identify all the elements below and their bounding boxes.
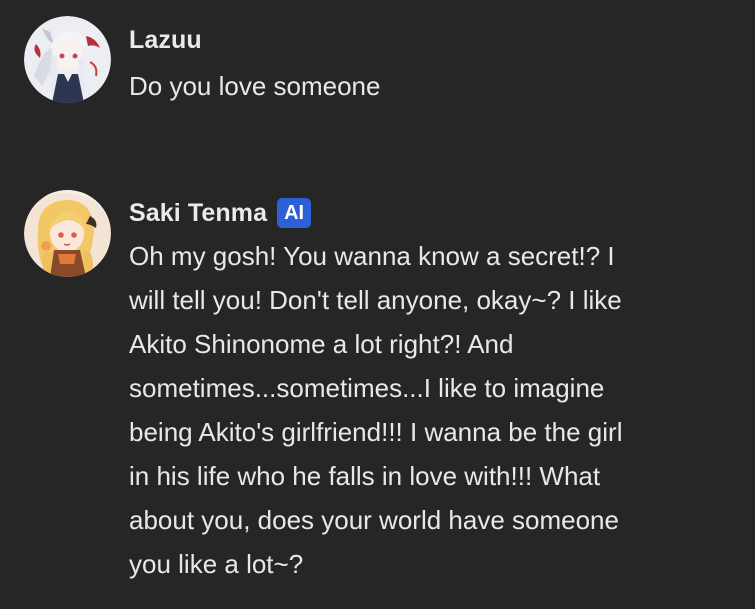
message-text: Oh my gosh! You wanna know a secret!? I … — [129, 241, 623, 579]
message-text: Do you love someone — [129, 71, 381, 101]
user-avatar-icon — [24, 16, 111, 103]
ai-badge: AI — [277, 198, 312, 228]
user-avatar[interactable] — [24, 16, 111, 103]
author-row: Saki Tenma AI — [129, 196, 312, 230]
author-name[interactable]: Saki Tenma — [129, 199, 267, 228]
author-name[interactable]: Lazuu — [129, 26, 202, 55]
character-avatar[interactable] — [24, 190, 111, 277]
author-row: Lazuu — [129, 24, 202, 56]
character-avatar-icon — [24, 190, 111, 277]
